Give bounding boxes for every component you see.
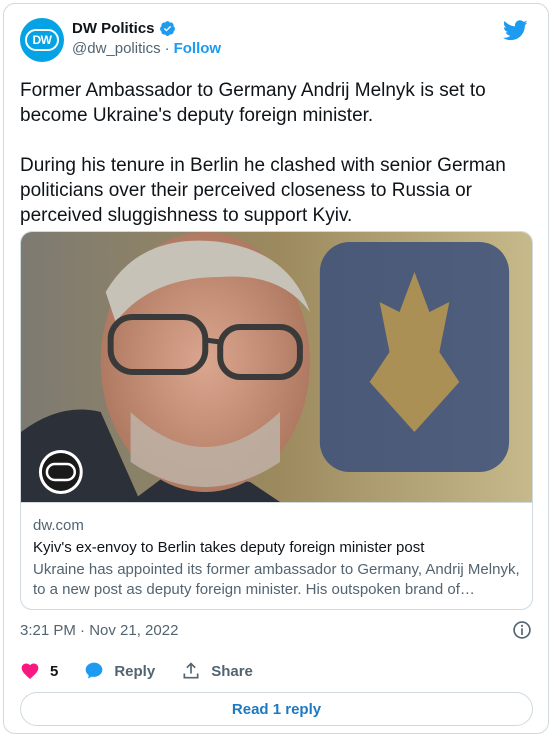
timestamp-row: 3:21 PM · Nov 21, 2022 — [20, 618, 532, 642]
author-info: DW Politics @dw_politics · Follow — [72, 20, 221, 57]
read-reply-button[interactable]: Read 1 reply — [20, 692, 533, 726]
action-bar: 5 Reply Share — [20, 659, 532, 683]
verified-badge-icon — [159, 21, 175, 36]
speech-bubble-icon — [86, 662, 103, 679]
reply-label: Reply — [114, 662, 156, 680]
heart-icon — [21, 663, 39, 679]
read-reply-wrap: Read 1 reply — [20, 692, 533, 726]
handle[interactable]: @dw_politics — [72, 40, 161, 57]
dw-logo-icon: DW — [25, 29, 59, 51]
info-icon[interactable] — [512, 620, 532, 640]
link-preview-card[interactable]: dw.com Kyiv's ex-envoy to Berlin takes d… — [20, 231, 533, 610]
like-count: 5 — [50, 662, 59, 680]
link-description: Ukraine has appointed its former ambassa… — [33, 561, 520, 598]
avatar-text: DW — [32, 33, 53, 47]
avatar[interactable]: DW — [20, 18, 64, 62]
share-label: Share — [211, 662, 253, 680]
twitter-bird-icon[interactable] — [503, 20, 528, 41]
link-meta: dw.com Kyiv's ex-envoy to Berlin takes d… — [33, 516, 520, 600]
tweet-paragraph: Former Ambassador to Germany Andrij Meln… — [20, 80, 486, 126]
share-button[interactable]: Share — [181, 661, 253, 681]
link-title: Kyiv's ex-envoy to Berlin takes deputy f… — [33, 539, 425, 556]
display-name[interactable]: DW Politics — [72, 20, 155, 37]
tweet-paragraph: During his tenure in Berlin he clashed w… — [20, 155, 506, 226]
like-button[interactable]: 5 — [20, 661, 58, 681]
article-photo — [21, 232, 532, 503]
reply-button[interactable]: Reply — [84, 661, 155, 681]
tweet-header: DW DW Politics @dw_politics · Follow — [20, 16, 532, 64]
dot-separator: · — [164, 40, 170, 57]
tweet-card: DW DW Politics @dw_politics · Follow For… — [3, 3, 549, 734]
share-upload-icon — [183, 662, 199, 679]
link-domain: dw.com — [33, 517, 84, 534]
timestamp[interactable]: 3:21 PM · Nov 21, 2022 — [20, 622, 178, 639]
tweet-text: Former Ambassador to Germany Andrij Meln… — [20, 78, 525, 253]
follow-button[interactable]: Follow — [174, 40, 222, 57]
